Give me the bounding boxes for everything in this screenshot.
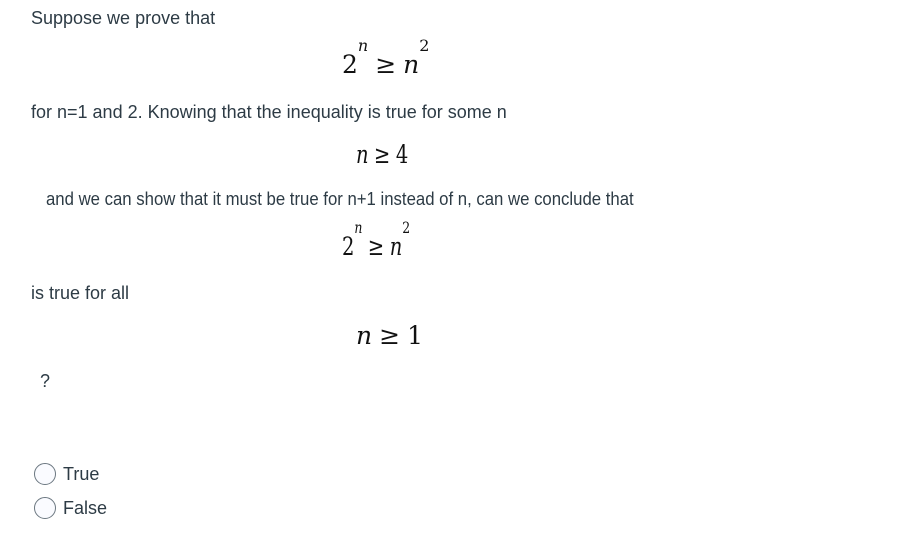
answer-label-false[interactable]: False <box>63 498 107 519</box>
formula-rhs-exponent: 2 <box>402 218 411 237</box>
question-text-4: is true for all <box>31 283 130 303</box>
question-text-3: and we can show that it must be true for… <box>46 189 634 209</box>
radio-button-true[interactable] <box>34 463 56 485</box>
formula-2n-geq-n2-repeat: 2n≥ n2 <box>342 220 410 262</box>
formula-2n-geq-n2: 2n≥ n2 <box>342 38 429 80</box>
formula-lhs: n <box>356 140 369 169</box>
formula-exponent: n <box>354 218 363 237</box>
answer-option-false[interactable]: False <box>34 497 107 519</box>
formula-n-geq-1: n ≥1 <box>356 321 423 351</box>
question-text-2: for n=1 and 2. Knowing that the inequali… <box>31 102 507 122</box>
formula-lhs: n <box>356 321 373 350</box>
formula-operator: ≥ <box>375 50 397 79</box>
formula-rhs: 1 <box>407 321 423 350</box>
question-mark: ? <box>40 371 51 391</box>
answer-option-true[interactable]: True <box>34 463 99 485</box>
formula-n-geq-4: n ≥4 <box>356 140 408 170</box>
formula-operator: ≥ <box>367 232 385 261</box>
formula-rhs: 4 <box>395 140 409 169</box>
question-text-1: Suppose we prove that <box>31 8 216 28</box>
formula-exponent: n <box>357 36 369 55</box>
formula-rhs: n <box>389 232 403 261</box>
formula-rhs: n <box>403 50 420 79</box>
formula-operator: ≥ <box>379 321 401 350</box>
formula-base: 2 <box>342 50 358 79</box>
answer-label-true[interactable]: True <box>63 464 99 485</box>
formula-rhs-exponent: 2 <box>419 36 430 55</box>
formula-operator: ≥ <box>374 140 391 169</box>
radio-button-false[interactable] <box>34 497 56 519</box>
formula-base: 2 <box>342 232 355 261</box>
